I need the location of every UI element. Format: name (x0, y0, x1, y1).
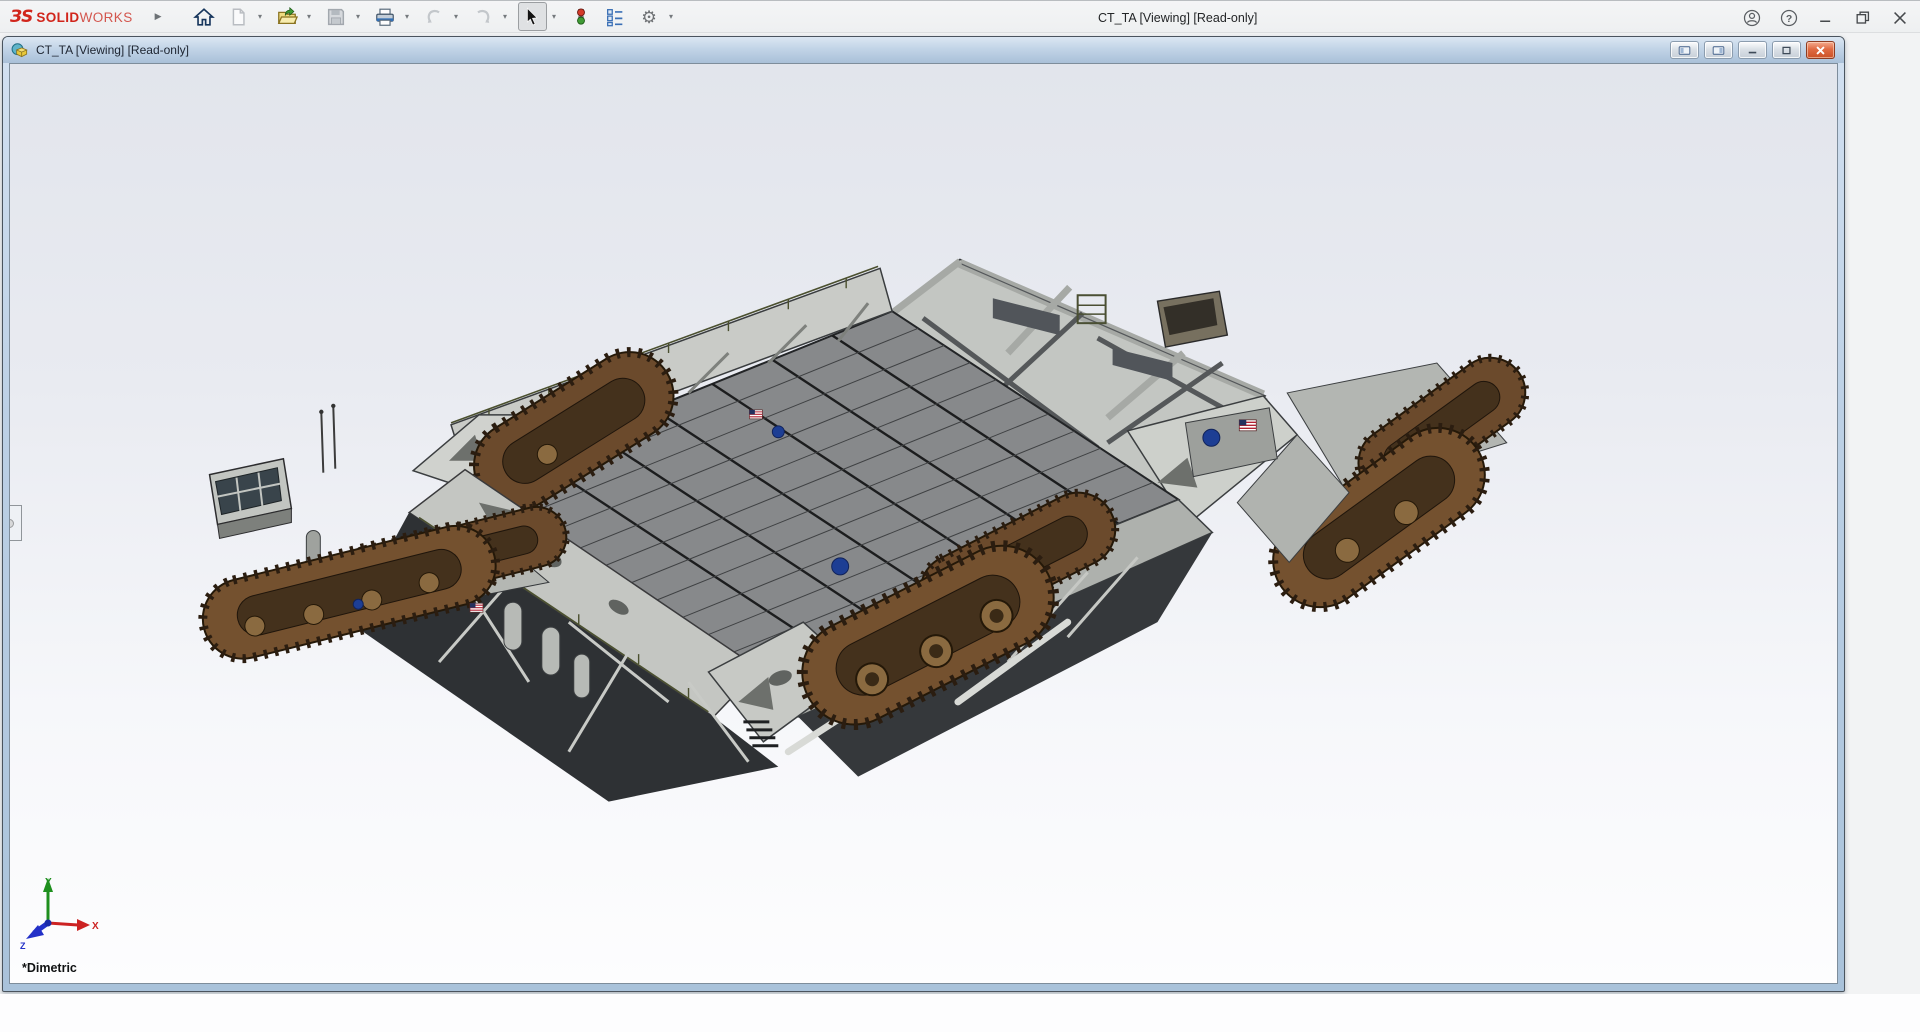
document-display-pane-left-button[interactable] (1670, 41, 1699, 59)
nasa-meatball-logo (1202, 428, 1221, 447)
toolbar-select-dropdown[interactable]: ▾ (549, 3, 560, 30)
titlebar-minimize-button[interactable] (1816, 8, 1836, 28)
toolbar-undo-button[interactable] (420, 2, 449, 31)
toolbar-save-button[interactable] (322, 2, 351, 31)
toolbar-undo-dropdown[interactable]: ▾ (451, 3, 462, 30)
pane-left-icon (1676, 43, 1693, 58)
titlebar-user-account-button[interactable] (1742, 8, 1762, 28)
traffic-light-icon (570, 6, 592, 28)
toolbar-task-list-button[interactable] (601, 2, 630, 31)
document-minimize-button[interactable] (1738, 41, 1767, 59)
brand-name-light: WORKS (79, 9, 133, 25)
pane-right-icon (1710, 43, 1727, 58)
document-titlebar[interactable]: CT_TA [Viewing] [Read-only] (3, 37, 1844, 63)
doc-restore-icon (1778, 43, 1795, 58)
save-icon (325, 6, 347, 28)
undo-icon (423, 6, 445, 28)
toolbar-new-document-dropdown[interactable]: ▾ (255, 3, 266, 30)
us-flag-decal (469, 602, 484, 613)
toolbar-print-button[interactable] (371, 2, 400, 31)
document-window: CT_TA [Viewing] [Read-only] Y X Z *Dimet… (2, 36, 1845, 992)
toolbar-redo-button[interactable] (469, 2, 498, 31)
gear-icon (638, 6, 660, 28)
triad-z-label: Z (20, 941, 26, 949)
featuremanager-collapsed-tab[interactable] (10, 505, 22, 541)
graphics-viewport[interactable]: Y X Z *Dimetric (9, 63, 1838, 984)
triad-y-label: Y (45, 877, 52, 888)
window-controls (1742, 1, 1910, 34)
solidworks-logo: ЗS SOLID WORKS (10, 7, 133, 27)
redo-icon (472, 6, 494, 28)
nasa-meatball-logo (831, 557, 850, 576)
main-toolbar: ▾ ▾ ▾ ▾ ▾ ▾ ▾ ▾ (190, 2, 679, 31)
new-document-icon (227, 6, 249, 28)
us-flag-decal (749, 409, 763, 420)
minimize-icon (1816, 8, 1836, 28)
nasa-meatball-logo (771, 425, 785, 439)
select-cursor-icon (521, 6, 543, 28)
document-display-pane-right-button[interactable] (1704, 41, 1733, 59)
us-flag-decal (1238, 419, 1257, 432)
toolbar-open-button[interactable] (273, 2, 302, 31)
toolbar-open-dropdown[interactable]: ▾ (304, 3, 315, 30)
restore-icon (1853, 8, 1873, 28)
3ds-logo-icon: ЗS (10, 6, 33, 27)
assembly-document-icon (10, 40, 30, 60)
close-icon (1890, 8, 1910, 28)
toolbar-print-dropdown[interactable]: ▾ (402, 3, 413, 30)
app-titlebar: ЗS SOLID WORKS ▶ ▾ ▾ ▾ ▾ ▾ ▾ ▾ ▾ CT_TA [Viewing… (0, 0, 1920, 33)
crawler-transporter-model[interactable] (10, 64, 1837, 983)
toolbar-rebuild-traffic-light-button[interactable] (567, 2, 596, 31)
titlebar-close-button[interactable] (1890, 8, 1910, 28)
featuremanager-expand-knob[interactable] (10, 519, 14, 528)
toolbar-redo-dropdown[interactable]: ▾ (500, 3, 511, 30)
triad-x-label: X (92, 921, 99, 932)
doc-close-icon (1812, 43, 1829, 58)
home-icon (193, 6, 215, 28)
open-folder-icon (276, 6, 298, 28)
menu-expand-arrow-icon[interactable]: ▶ (155, 12, 162, 22)
print-icon (374, 6, 396, 28)
toolbar-save-dropdown[interactable]: ▾ (353, 3, 364, 30)
document-close-button[interactable] (1806, 41, 1835, 59)
nasa-meatball-logo (352, 598, 364, 610)
solidworks-app: { "app": { "window_title": "CT_TA [Viewi… (0, 0, 1920, 1032)
document-window-buttons (1670, 41, 1835, 59)
task-list-icon (604, 6, 626, 28)
toolbar-select-button[interactable] (517, 2, 547, 31)
toolbar-new-document-button[interactable] (224, 2, 253, 31)
document-title: CT_TA [Viewing] [Read-only] (36, 43, 189, 57)
toolbar-settings-dropdown[interactable]: ▾ (666, 3, 677, 30)
view-orientation-label: *Dimetric (22, 961, 77, 975)
app-background-strip (0, 994, 1920, 1032)
doc-minimize-icon (1744, 43, 1761, 58)
window-title: CT_TA [Viewing] [Read-only] (1098, 10, 1258, 25)
titlebar-help-button[interactable] (1779, 8, 1799, 28)
document-restore-button[interactable] (1772, 41, 1801, 59)
user-account-icon (1742, 8, 1762, 28)
help-icon (1779, 8, 1799, 28)
titlebar-restore-button[interactable] (1853, 8, 1873, 28)
reference-triad: Y X Z (20, 877, 99, 949)
brand-name-bold: SOLID (36, 9, 80, 25)
toolbar-home-button[interactable] (190, 2, 219, 31)
toolbar-settings-button[interactable] (635, 2, 664, 31)
